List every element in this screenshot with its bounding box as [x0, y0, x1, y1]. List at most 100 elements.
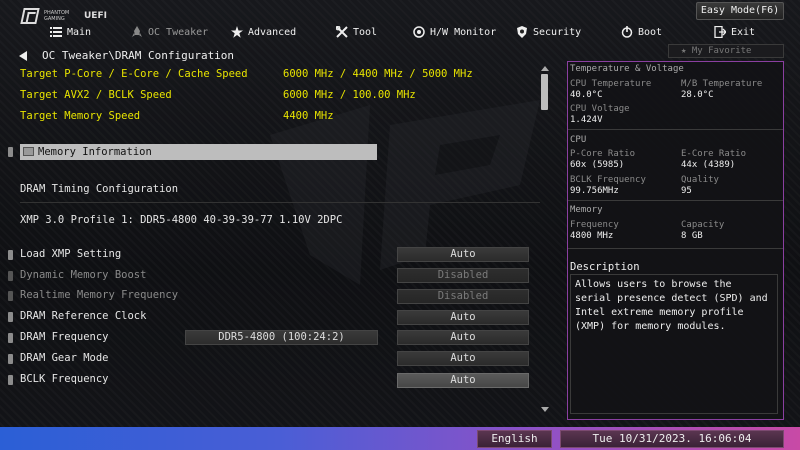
date-time-display[interactable]: Tue 10/31/2023. 16:06:04 [560, 430, 784, 448]
tab-oc-tweaker[interactable]: OC Tweaker [131, 22, 208, 42]
phantom-gaming-logo-icon [20, 8, 40, 24]
shield-icon [517, 26, 527, 38]
mb-temperature-value: 28.0°C [681, 90, 714, 100]
tab-hw-monitor[interactable]: H/W Monitor [413, 22, 496, 42]
target-core-speed-value: 6000 MHz / 4400 MHz / 5000 MHz [283, 68, 473, 80]
e-core-ratio-label: E-Core Ratio [681, 149, 747, 159]
description-title: Description [570, 261, 640, 273]
description-box: Allows users to browse the serial presen… [570, 274, 778, 414]
scrollbar-thumb[interactable] [541, 74, 548, 110]
setting-bclk-frequency-label: BCLK Frequency [20, 373, 109, 385]
cpu-voltage-value: 1.424V [570, 115, 603, 125]
quality-label: Quality [681, 175, 719, 185]
list-bullet [8, 354, 13, 364]
scrollbar[interactable] [540, 66, 549, 412]
tab-security-label: Security [533, 26, 582, 38]
monitor-icon [413, 26, 425, 38]
setting-dram-gear-mode-label: DRAM Gear Mode [20, 352, 109, 364]
rocket-icon [132, 26, 142, 37]
list-bullet [8, 312, 13, 322]
setting-dram-reference-clock-select[interactable]: Auto [397, 310, 529, 325]
tab-main[interactable]: Main [50, 22, 91, 42]
memory-module-icon [23, 147, 34, 156]
setting-dynamic-memory-boost-select: Disabled [397, 268, 529, 283]
target-avx2-bclk-label: Target AVX2 / BCLK Speed [20, 89, 172, 101]
cpu-temperature-value: 40.0°C [570, 90, 603, 100]
memory-capacity-value: 8 GB [681, 231, 703, 241]
dram-frequency-current: DDR5-4800 (100:24:2) [185, 330, 378, 345]
setting-dram-frequency-label: DRAM Frequency [20, 331, 109, 343]
target-memory-speed-label: Target Memory Speed [20, 110, 141, 122]
cpu-voltage-label: CPU Voltage [570, 104, 630, 114]
bclk-frequency-label: BCLK Frequency [570, 175, 646, 185]
exit-icon [714, 26, 726, 38]
wrench-icon [336, 26, 348, 38]
target-avx2-bclk-value: 6000 MHz / 100.00 MHz [283, 89, 416, 101]
setting-realtime-memory-frequency-select: Disabled [397, 289, 529, 304]
tab-tool[interactable]: Tool [336, 22, 377, 42]
setting-dram-gear-mode-select[interactable]: Auto [397, 351, 529, 366]
memory-capacity-label: Capacity [681, 220, 725, 230]
tab-hw-monitor-label: H/W Monitor [430, 26, 497, 38]
list-bullet [8, 250, 13, 260]
bclk-frequency-value: 99.756MHz [570, 186, 619, 196]
scroll-down-icon[interactable] [541, 407, 549, 412]
logo-text: PHANTOM GAMING [44, 10, 70, 22]
setting-dram-reference-clock-label: DRAM Reference Clock [20, 310, 147, 322]
tab-oc-tweaker-label: OC Tweaker [148, 26, 209, 38]
tab-boot[interactable]: Boot [621, 22, 662, 42]
list-bullet [8, 333, 13, 343]
target-memory-speed-value: 4400 MHz [283, 110, 334, 122]
tab-advanced[interactable]: Advanced [231, 22, 296, 42]
tab-exit-label: Exit [731, 26, 756, 38]
memory-information-item[interactable]: Memory Information [20, 144, 377, 160]
tab-main-label: Main [67, 26, 92, 38]
tab-boot-label: Boot [638, 26, 663, 38]
p-core-ratio-label: P-Core Ratio [570, 149, 636, 159]
star-icon [231, 26, 243, 38]
memory-frequency-label: Frequency [570, 220, 619, 230]
divider [568, 200, 783, 201]
dram-timing-configuration-heading: DRAM Timing Configuration [20, 183, 179, 195]
language-button[interactable]: English [477, 430, 552, 448]
p-core-ratio-value: 60x (5985) [570, 160, 625, 170]
power-icon [621, 26, 633, 38]
easy-mode-button[interactable]: Easy Mode(F6) [696, 2, 784, 20]
scroll-up-icon[interactable] [541, 66, 549, 71]
memory-section-title: Memory [570, 205, 603, 215]
uefi-label: UEFI [84, 11, 107, 21]
setting-realtime-memory-frequency-label: Realtime Memory Frequency [20, 289, 179, 301]
divider [568, 248, 783, 249]
list-bullet [8, 291, 13, 301]
tab-exit[interactable]: Exit [714, 22, 755, 42]
tab-tool-label: Tool [353, 26, 378, 38]
list-bullet [8, 375, 13, 385]
info-panel: Temperature & Voltage CPU Temperature M/… [567, 61, 784, 420]
tab-advanced-label: Advanced [248, 26, 297, 38]
list-bullet [8, 271, 13, 281]
setting-load-xmp-select[interactable]: Auto [397, 247, 529, 262]
setting-bclk-frequency-select[interactable]: Auto [397, 373, 529, 388]
cpu-temperature-label: CPU Temperature [570, 79, 652, 89]
setting-dram-frequency-select[interactable]: Auto [397, 330, 529, 345]
quality-value: 95 [681, 186, 692, 196]
divider [20, 202, 540, 203]
setting-load-xmp-label: Load XMP Setting [20, 248, 122, 260]
breadcrumb: OC Tweaker\DRAM Configuration [42, 49, 235, 62]
my-favorite-button[interactable]: ★ My Favorite [668, 44, 784, 58]
xmp-profile-info: XMP 3.0 Profile 1: DDR5-4800 40-39-39-77… [20, 214, 343, 226]
list-bullet [8, 147, 13, 157]
description-text: Allows users to browse the serial presen… [575, 279, 768, 332]
tab-security[interactable]: Security [516, 22, 581, 42]
bottom-bar: English Tue 10/31/2023. 16:06:04 [0, 427, 800, 450]
back-arrow-icon[interactable] [19, 51, 27, 61]
mb-temperature-label: M/B Temperature [681, 79, 763, 89]
temp-voltage-title: Temperature & Voltage [570, 64, 684, 74]
e-core-ratio-value: 44x (4389) [681, 160, 736, 170]
brand-watermark [270, 100, 540, 285]
cpu-section-title: CPU [570, 135, 587, 145]
memory-information-label: Memory Information [38, 146, 152, 158]
star-icon: ★ [681, 46, 692, 56]
target-core-speed-label: Target P-Core / E-Core / Cache Speed [20, 68, 248, 80]
setting-dynamic-memory-boost-label: Dynamic Memory Boost [20, 269, 147, 281]
